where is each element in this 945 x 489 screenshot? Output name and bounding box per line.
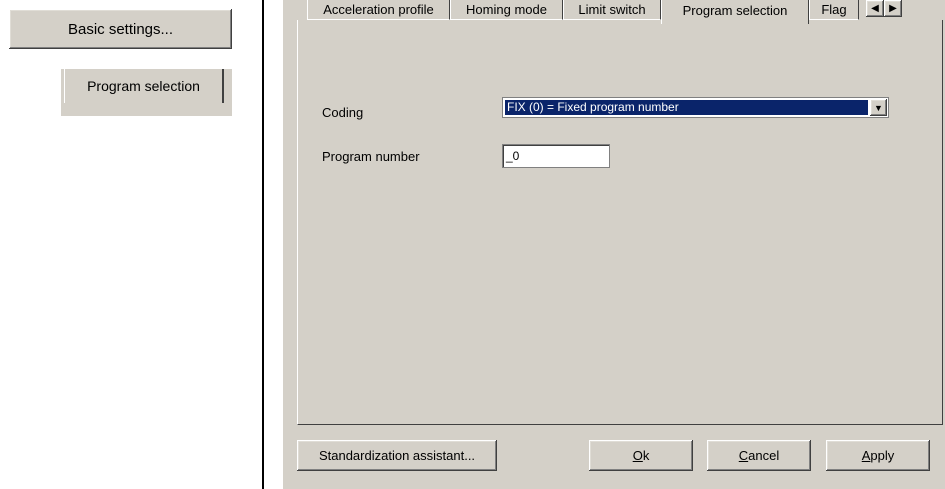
tab-acceleration-profile[interactable]: Acceleration profile	[307, 0, 450, 20]
program-number-input[interactable]: _0	[502, 144, 610, 168]
triangle-right-icon: ▶	[889, 3, 897, 14]
program-selection-tab[interactable]: Program selection	[64, 69, 224, 103]
apply-accelerator: A	[861, 448, 871, 463]
coding-label: Coding	[322, 105, 364, 120]
tab-flag[interactable]: Flag	[809, 0, 859, 20]
triangle-left-icon: ◀	[871, 3, 879, 14]
cancel-accelerator: C	[738, 448, 749, 463]
coding-select[interactable]: FIX (0) = Fixed program number ▼	[502, 97, 889, 118]
ok-label-rest: k	[642, 448, 650, 463]
tab-strip: Acceleration profile Homing mode Limit s…	[283, 0, 945, 24]
tab-scroll-right-button[interactable]: ▶	[884, 0, 902, 17]
standardization-assistant-button[interactable]: Standardization assistant...	[297, 440, 497, 471]
coding-selected-value: FIX (0) = Fixed program number	[504, 99, 869, 116]
program-number-label: Program number	[322, 149, 420, 164]
tab-scroll-left-button[interactable]: ◀	[866, 0, 884, 17]
settings-dialog: Acceleration profile Homing mode Limit s…	[283, 0, 945, 489]
tab-homing-mode[interactable]: Homing mode	[450, 0, 563, 20]
program-selection-tab-area: Program selection	[61, 69, 232, 116]
ok-button[interactable]: Ok	[589, 440, 693, 471]
cancel-button[interactable]: Cancel	[707, 440, 811, 471]
basic-settings-button[interactable]: Basic settings...	[9, 9, 232, 49]
cancel-label-rest: ancel	[748, 448, 780, 463]
chevron-down-icon: ▼	[874, 102, 883, 113]
dropdown-arrow-button[interactable]: ▼	[870, 99, 887, 116]
tab-limit-switch[interactable]: Limit switch	[563, 0, 661, 20]
apply-label-rest: pply	[870, 448, 895, 463]
tab-panel: Coding FIX (0) = Fixed program number ▼ …	[297, 20, 943, 425]
ok-accelerator: O	[632, 448, 643, 463]
tab-program-selection[interactable]: Program selection	[661, 0, 809, 24]
apply-button[interactable]: Apply	[826, 440, 930, 471]
divider	[262, 0, 264, 489]
